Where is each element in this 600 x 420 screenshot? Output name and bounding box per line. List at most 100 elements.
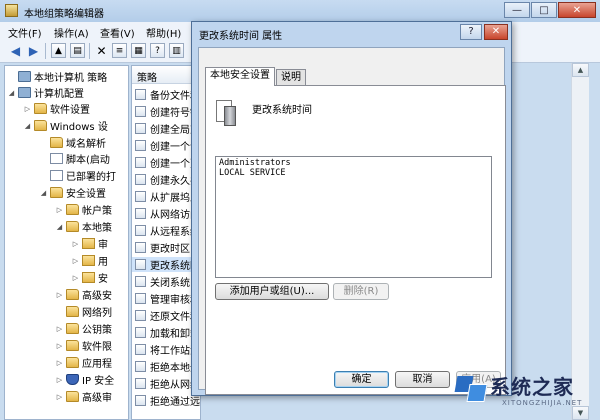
tree-item-label: 应用程 <box>82 359 112 370</box>
tree-item[interactable]: ▷ 高级审 <box>55 388 112 405</box>
folder-icon <box>50 137 63 148</box>
tree-toggle[interactable]: ◢ <box>23 122 32 130</box>
tree-item[interactable]: ▷ 用 <box>71 252 108 269</box>
list-item[interactable]: 还原文件和 <box>132 308 200 323</box>
list-item[interactable]: 备份文件和 <box>132 87 200 102</box>
tree-item[interactable]: 脚本(启动 <box>39 150 110 167</box>
cancel-button[interactable]: 取消 <box>395 371 450 388</box>
folder-lock-icon <box>82 238 95 249</box>
list-item[interactable]: 创建全局对 <box>132 121 200 136</box>
tree-toggle[interactable]: ◢ <box>7 89 16 97</box>
tree-toggle[interactable]: ▷ <box>55 359 64 367</box>
list-item[interactable]: 拒绝从网络 <box>132 376 200 391</box>
menu-file[interactable]: 文件(F) <box>8 25 42 40</box>
view-toggle-button[interactable]: ▥ <box>169 43 184 58</box>
tree-toggle[interactable]: ▷ <box>55 206 64 214</box>
tree-item[interactable]: ◢ 计算机配置 <box>7 84 84 101</box>
list-item[interactable]: 创建永久共 <box>132 172 200 187</box>
folder-icon <box>66 204 79 215</box>
tree-toggle[interactable]: ▷ <box>55 291 64 299</box>
tree-toggle[interactable]: ▷ <box>55 376 64 384</box>
tree-item[interactable]: ▷ 帐户策 <box>55 201 112 218</box>
vertical-scrollbar[interactable]: ▲ ▼ <box>571 63 589 420</box>
list-item-label: 关闭系统 <box>150 278 190 289</box>
tree-item[interactable]: ▷ 审 <box>71 235 108 252</box>
tree-item[interactable]: 网络列 <box>55 303 112 320</box>
main-title-bar[interactable]: 本地组策略编辑器 — □ ✕ <box>0 0 600 22</box>
console-tree-pane[interactable]: 本地计算机 策略 ◢ 计算机配置 ▷ 软件设置 ◢ Windows 设 域名解析… <box>4 65 129 420</box>
dialog-close-button[interactable]: ✕ <box>484 24 508 40</box>
tree-item[interactable]: 域名解析 <box>39 134 106 151</box>
user-entry[interactable]: Administrators <box>219 158 291 168</box>
tree-item[interactable]: 本地计算机 策略 <box>7 68 107 85</box>
tab-local-security-setting[interactable]: 本地安全设置 <box>205 67 275 86</box>
list-item[interactable]: 拒绝通过远 <box>132 393 200 408</box>
tree-toggle[interactable]: ▷ <box>71 257 80 265</box>
script-icon <box>50 153 63 164</box>
shield-icon <box>66 374 79 385</box>
list-item[interactable]: 从远程系统 <box>132 223 200 238</box>
list-item[interactable]: 加载和卸载 <box>132 325 200 340</box>
tree-toggle[interactable]: ▷ <box>55 393 64 401</box>
tree-item[interactable]: ▷ 安 <box>71 269 108 286</box>
help-toolbar-button[interactable]: ? <box>150 43 165 58</box>
list-item[interactable]: 更改时区 <box>132 240 200 255</box>
tree-item[interactable]: 已部署的打 <box>39 167 116 184</box>
dialog-help-button[interactable]: ? <box>460 24 482 40</box>
maximize-button[interactable]: □ <box>531 2 557 18</box>
list-item[interactable]: 从扩展坞上 <box>132 189 200 204</box>
list-item[interactable]: 拒绝本地登 <box>132 359 200 374</box>
add-user-or-group-button[interactable]: 添加用户或组(U)... <box>215 283 329 300</box>
tree-toggle[interactable]: ◢ <box>55 223 64 231</box>
back-button[interactable]: ◀ <box>8 43 23 58</box>
up-one-level-button[interactable]: ▲ <box>51 43 66 58</box>
user-entry[interactable]: LOCAL SERVICE <box>219 168 286 178</box>
menu-help[interactable]: 帮助(H) <box>146 25 181 40</box>
tree-item[interactable]: ▷ 软件设置 <box>23 100 90 117</box>
list-item[interactable]: 从网络访问 <box>132 206 200 221</box>
menu-view[interactable]: 查看(V) <box>100 25 135 40</box>
tree-toggle[interactable]: ▷ <box>55 325 64 333</box>
close-button[interactable]: ✕ <box>558 2 596 18</box>
ok-button[interactable]: 确定 <box>334 371 389 388</box>
tree-item[interactable]: ▷ IP 安全 <box>55 371 114 388</box>
tree-toggle[interactable]: ◢ <box>39 189 48 197</box>
menu-action[interactable]: 操作(A) <box>54 25 89 40</box>
minimize-button[interactable]: — <box>504 2 530 18</box>
list-item[interactable]: 创建符号链 <box>132 104 200 119</box>
list-item[interactable]: 创建一个令 <box>132 138 200 153</box>
properties-button[interactable]: ≡ <box>112 43 127 58</box>
scroll-up-button[interactable]: ▲ <box>572 63 589 77</box>
show-hide-tree-button[interactable]: ▤ <box>70 43 85 58</box>
delete-button[interactable]: ✕ <box>94 43 109 58</box>
tree-item[interactable]: ▷ 高级安 <box>55 286 112 303</box>
tree-toggle[interactable]: ▷ <box>55 342 64 350</box>
tree-item[interactable]: ▷ 软件限 <box>55 337 112 354</box>
tree-item[interactable]: ◢ 本地策 <box>55 218 112 235</box>
tab-explain[interactable]: 说明 <box>276 69 306 86</box>
tree-toggle[interactable]: ▷ <box>71 274 80 282</box>
close-icon: ✕ <box>491 26 501 37</box>
list-item-selected[interactable]: 更改系统时 <box>132 257 200 272</box>
folder-icon <box>66 357 79 368</box>
list-item[interactable]: 创建一个页 <box>132 155 200 170</box>
column-header-policy[interactable]: 策略 <box>132 66 200 84</box>
tree-item[interactable]: ◢ Windows 设 <box>23 117 108 134</box>
users-and-groups-list[interactable]: Administrators LOCAL SERVICE <box>215 156 492 278</box>
list-item[interactable]: 将工作站添 <box>132 342 200 357</box>
toolbar-separator <box>45 43 46 59</box>
tree-toggle[interactable]: ▷ <box>71 240 80 248</box>
tree-item[interactable]: ▷ 公钥策 <box>55 320 112 337</box>
forward-button[interactable]: ▶ <box>26 43 41 58</box>
tree-item[interactable]: ◢ 安全设置 <box>39 184 106 201</box>
site-logo-icon <box>452 372 488 406</box>
remove-button[interactable]: 删除(R) <box>333 283 389 300</box>
export-list-button[interactable]: ▦ <box>131 43 146 58</box>
dialog-title-bar[interactable]: 更改系统时间 属性 ? ✕ <box>192 22 511 44</box>
tree-item-label: 域名解析 <box>66 139 106 150</box>
tree-item-label: 网络列 <box>82 308 112 319</box>
tree-toggle[interactable]: ▷ <box>23 105 32 113</box>
list-item[interactable]: 关闭系统 <box>132 274 200 289</box>
list-item[interactable]: 管理审核和 <box>132 291 200 306</box>
tree-item[interactable]: ▷ 应用程 <box>55 354 112 371</box>
